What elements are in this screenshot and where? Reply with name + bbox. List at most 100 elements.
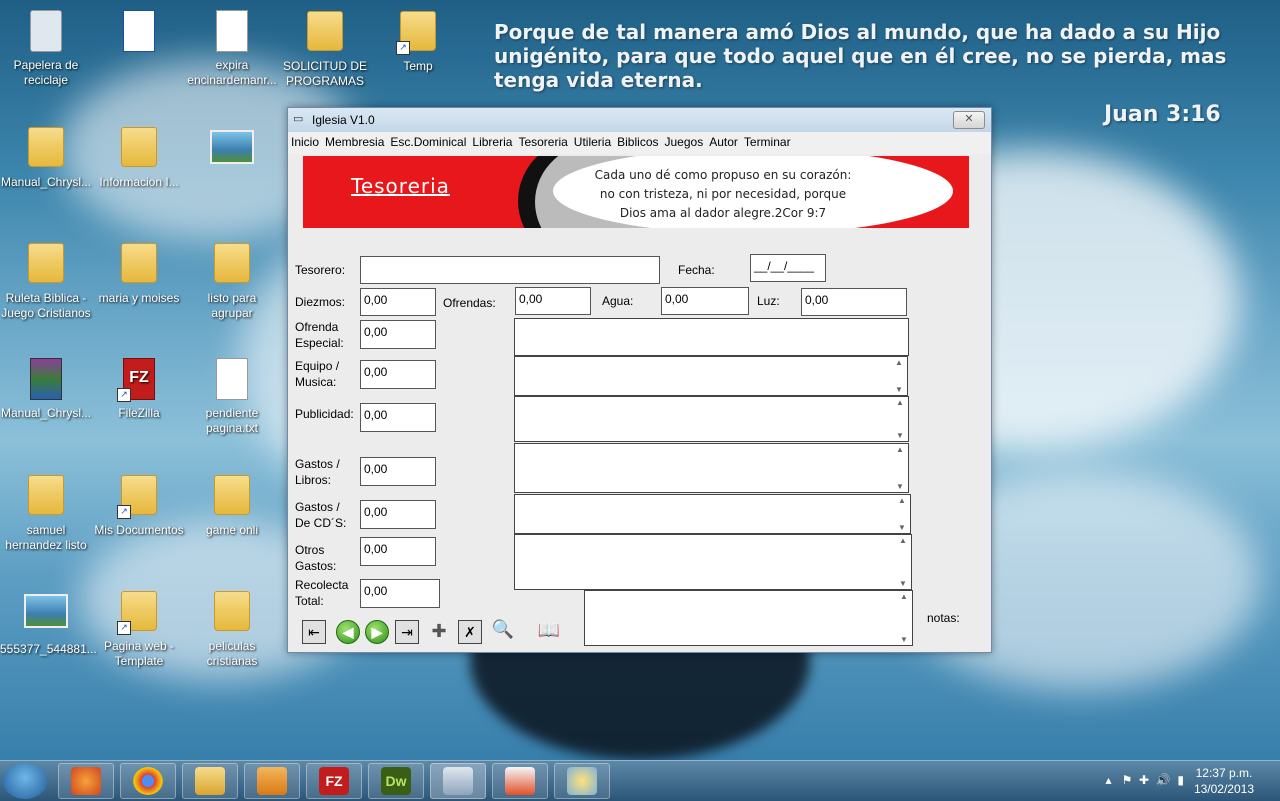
menu-membresia[interactable]: Membresia [322,132,387,149]
gastos-libros-input[interactable]: 0,00 [360,457,436,486]
desktop-icon-ruleta[interactable]: Ruleta Biblica - Juego Cristianos [0,240,92,321]
close-button[interactable]: ✕ [953,111,985,129]
taskbar-explorer[interactable] [182,763,238,799]
desktop-icon-expira[interactable]: expira encinardemanr... [186,8,278,88]
agua-input[interactable]: 0,00 [661,287,749,315]
show-hidden-icons-icon[interactable]: ▴ [1106,773,1112,787]
desktop-icon-samuel[interactable]: samuel hernandez listo [0,472,92,553]
luz-input[interactable]: 0,00 [801,288,907,316]
last-record-button[interactable]: ⇥ [395,620,419,644]
desktop-icon-pendiente[interactable]: pendiente pagina.txt [186,356,278,436]
label-line: Libros: [295,473,332,487]
desktop-icon-word-doc[interactable] [93,8,185,58]
banner-quote: Cada uno dé como propuso en su corazón: … [558,166,888,223]
taskbar-iglesia-app[interactable] [430,763,486,799]
memo-scrollbar[interactable]: ▲ ▼ [893,398,907,440]
action-center-icon[interactable]: ⚑ [1122,773,1133,787]
memo-scrollbar[interactable]: ▲ ▼ [892,358,906,394]
scroll-down-icon[interactable]: ▼ [896,482,904,491]
menu-terminar[interactable]: Terminar [741,132,794,149]
desktop-icon-maria[interactable]: maria y moises [93,240,185,306]
menu-juegos[interactable]: Juegos [662,132,707,149]
desktop-icon-filezilla[interactable]: FZ ↗ FileZilla [93,356,185,421]
memo-scrollbar[interactable]: ▲ ▼ [893,445,907,491]
menu-utileria[interactable]: Utileria [571,132,614,149]
previous-record-button[interactable]: ◀ [336,620,360,644]
scroll-up-icon[interactable]: ▲ [896,398,904,407]
publicidad-input[interactable]: 0,00 [360,403,436,432]
desktop-icon-peliculas[interactable]: peliculas cristianas [186,588,278,669]
desktop-icon-informacion[interactable]: Informacion I... [93,124,185,190]
delete-record-button[interactable]: ✗ [458,620,482,644]
add-record-button[interactable]: ✚ [427,620,451,644]
fecha-input[interactable]: __/__/____ [750,254,826,282]
taskbar-chrome[interactable] [120,763,176,799]
menu-inicio[interactable]: Inicio [288,132,322,149]
taskbar-dreamweaver[interactable]: Dw [368,763,424,799]
scroll-up-icon[interactable]: ▲ [895,358,903,367]
gastos-libros-memo[interactable]: ▲ ▼ [514,443,909,493]
otros-gastos-memo[interactable]: ▲ ▼ [514,534,912,590]
desktop-icon-mis-documentos[interactable]: ↗ Mis Documentos [93,472,185,538]
window-menu-icon[interactable]: ▭ [293,112,303,125]
menu-tesoreria[interactable]: Tesoreria [515,132,570,149]
ofrenda-especial-memo[interactable] [514,318,909,356]
desktop-icon-555377[interactable]: 555377_544881... [0,588,97,657]
equipo-musica-memo[interactable]: ▲ ▼ [514,356,908,396]
taskbar-paint[interactable] [554,763,610,799]
equipo-musica-input[interactable]: 0,00 [360,360,436,389]
tesorero-input[interactable] [360,256,660,284]
desktop-icon-manual[interactable]: Manual_Chrysl... [0,124,92,190]
menu-autor[interactable]: Autor [706,132,741,149]
memo-scrollbar[interactable]: ▲ ▼ [896,536,910,588]
gastos-cds-input[interactable]: 0,00 [360,500,436,529]
publicidad-memo[interactable]: ▲ ▼ [514,396,909,442]
menu-libreria[interactable]: Libreria [469,132,515,149]
scroll-up-icon[interactable]: ▲ [896,445,904,454]
volume-icon[interactable]: 🔊 [1156,773,1171,787]
gastos-cds-memo[interactable]: ▲ ▼ [514,494,911,534]
diezmos-input[interactable]: 0,00 [360,288,436,316]
scroll-down-icon[interactable]: ▼ [896,431,904,440]
taskbar-media[interactable] [244,763,300,799]
memo-scrollbar[interactable]: ▲ ▼ [895,496,909,532]
scroll-down-icon[interactable]: ▼ [898,523,906,532]
taskbar-powerpoint[interactable] [492,763,548,799]
ofrendas-input[interactable]: 0,00 [515,287,591,315]
taskbar-firefox[interactable] [58,763,114,799]
desktop-icon-solicitud[interactable]: SOLICITUD DE PROGRAMAS [279,8,371,89]
first-record-button[interactable]: ⇤ [302,620,326,644]
desktop-icon-recycle-bin[interactable]: Papelera de reciclaje [0,8,92,88]
desktop-icon-image[interactable] [186,124,278,178]
taskbar-filezilla[interactable]: FZ [306,763,362,799]
desktop-icon-pagina-web[interactable]: ↗ Pagina web - Template [93,588,185,669]
otros-gastos-input[interactable]: 0,00 [360,537,436,566]
scroll-down-icon[interactable]: ▼ [899,579,907,588]
scroll-up-icon[interactable]: ▲ [898,496,906,505]
desktop-icon-temp[interactable]: ↗ Temp [372,8,464,74]
start-button[interactable] [3,763,47,799]
clock[interactable]: 12:37 p.m. 13/02/2013 [1194,765,1254,797]
scroll-down-icon[interactable]: ▼ [900,635,908,644]
clock-date: 13/02/2013 [1193,782,1254,796]
menu-esc-dominical[interactable]: Esc.Dominical [387,132,469,149]
menu-biblicos[interactable]: Biblicos [614,132,661,149]
memo-scrollbar[interactable]: ▲ ▼ [897,592,911,644]
title-bar[interactable]: ▭ Iglesia V1.0 ✕ [288,108,991,132]
desktop-icon-game[interactable]: game onli [186,472,278,538]
search-button[interactable]: 🔍 [488,618,518,642]
network-icon[interactable]: ▮ [1177,773,1184,787]
desktop-icon-manual-archive[interactable]: Manual_Chrysl... [0,356,92,421]
desktop-icon-listo[interactable]: listo para agrupar [186,240,278,321]
security-icon[interactable]: ✚ [1139,773,1149,787]
scroll-down-icon[interactable]: ▼ [895,385,903,394]
scroll-up-icon[interactable]: ▲ [899,536,907,545]
recolecta-total-input[interactable]: 0,00 [360,579,440,608]
label-line: Equipo / [295,359,340,373]
next-record-button[interactable]: ▶ [365,620,389,644]
ofrenda-especial-input[interactable]: 0,00 [360,320,436,349]
folder-icon: ↗ [117,475,161,519]
notas-memo[interactable]: ▲ ▼ [584,590,913,646]
scroll-up-icon[interactable]: ▲ [900,592,908,601]
book-button[interactable]: 📖 [534,619,564,643]
